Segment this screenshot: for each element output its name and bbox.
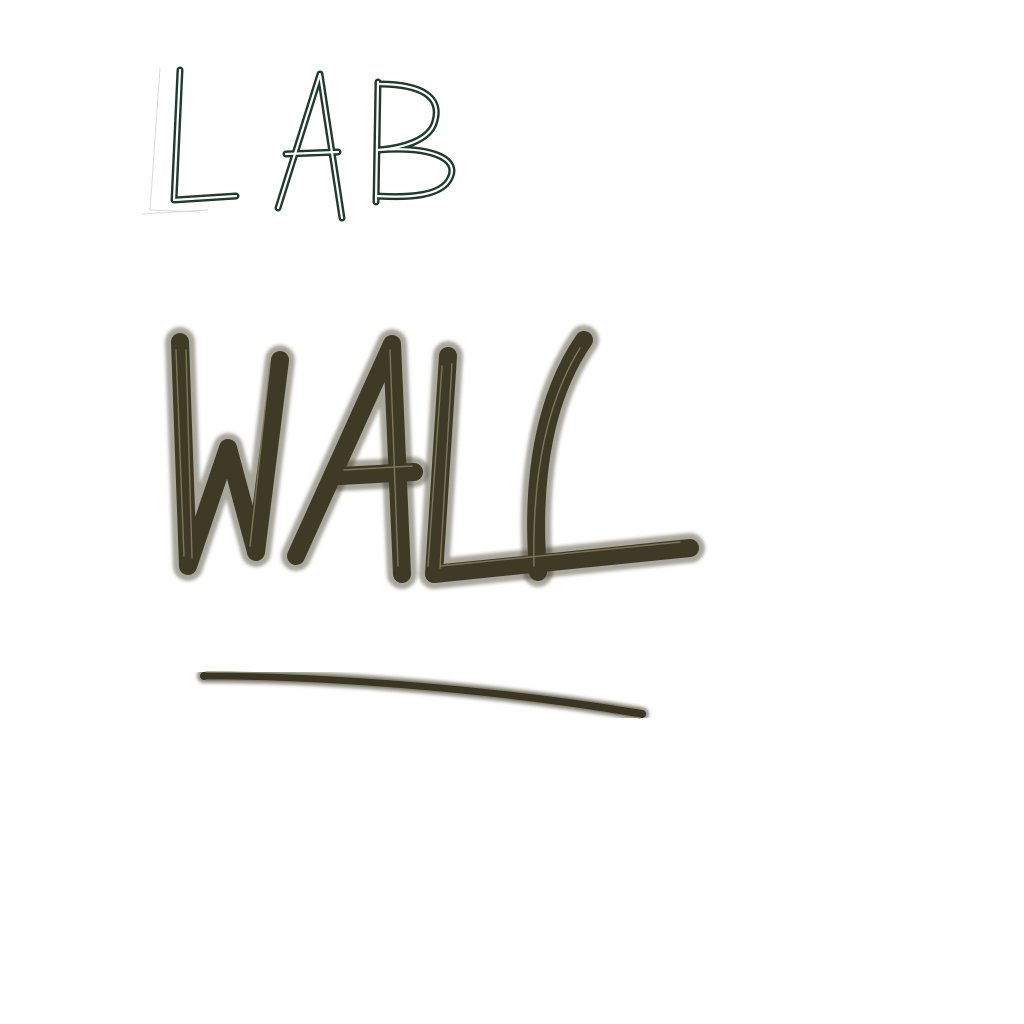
lab-handwriting — [170, 66, 456, 222]
drawing-canvas: LAB WALL — [0, 0, 1024, 1024]
sketch-svg — [141, 66, 705, 721]
wall-brush-lettering — [165, 325, 705, 589]
underline-stroke — [197, 669, 649, 721]
